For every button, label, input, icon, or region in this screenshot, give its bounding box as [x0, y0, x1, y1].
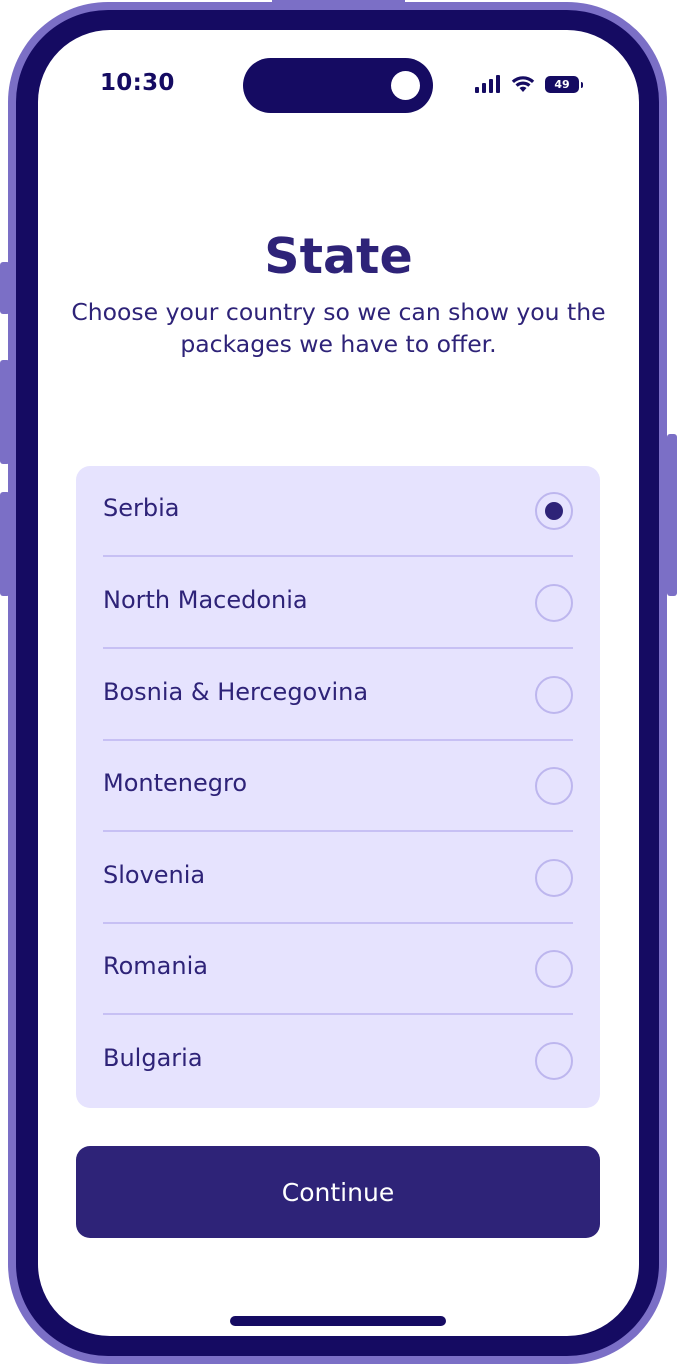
radio-button[interactable]	[535, 1042, 573, 1080]
country-label: Bosnia & Hercegovina	[103, 678, 369, 706]
radio-selected-dot	[545, 502, 563, 520]
divider	[103, 1013, 573, 1015]
status-time: 10:30	[100, 70, 175, 96]
battery-level: 49	[554, 77, 570, 91]
radio-button[interactable]	[535, 950, 573, 988]
country-option-north-macedonia[interactable]: North Macedonia	[103, 558, 573, 649]
page-subtitle: Choose your country so we can show you t…	[71, 298, 606, 358]
radio-button[interactable]	[535, 859, 573, 897]
continue-button[interactable]: Continue	[76, 1146, 600, 1238]
camera-icon	[391, 71, 420, 100]
country-list: Serbia North Macedonia Bosnia & Hercegov…	[76, 466, 600, 1108]
country-label: Slovenia	[103, 861, 206, 889]
country-option-slovenia[interactable]: Slovenia	[103, 833, 573, 924]
country-label: Romania	[103, 952, 208, 980]
radio-button[interactable]	[535, 584, 573, 622]
phone-device: 10:30 49 State Choose your country so we	[0, 0, 677, 1366]
power-button	[667, 434, 677, 596]
country-label: Montenegro	[103, 769, 248, 797]
status-icons: 49	[475, 74, 583, 94]
radio-button[interactable]	[535, 676, 573, 714]
divider	[103, 555, 573, 557]
country-option-montenegro[interactable]: Montenegro	[103, 741, 573, 832]
dynamic-island	[243, 58, 433, 113]
wifi-icon	[511, 76, 535, 92]
home-indicator[interactable]	[230, 1316, 446, 1326]
battery-tip	[581, 81, 583, 88]
country-label: Bulgaria	[103, 1044, 203, 1072]
country-option-romania[interactable]: Romania	[103, 924, 573, 1015]
page-title: State	[264, 228, 413, 285]
radio-button[interactable]	[535, 492, 573, 530]
battery-icon: 49	[545, 75, 583, 93]
cellular-signal-icon	[475, 75, 500, 93]
country-label: Serbia	[103, 494, 180, 522]
screen: 10:30 49 State Choose your country so we	[38, 30, 639, 1336]
country-option-bulgaria[interactable]: Bulgaria	[103, 1016, 573, 1107]
divider	[103, 647, 573, 649]
country-option-serbia[interactable]: Serbia	[103, 466, 573, 557]
radio-button[interactable]	[535, 767, 573, 805]
country-option-bosnia-hercegovina[interactable]: Bosnia & Hercegovina	[103, 650, 573, 741]
country-label: North Macedonia	[103, 586, 308, 614]
divider	[103, 830, 573, 832]
